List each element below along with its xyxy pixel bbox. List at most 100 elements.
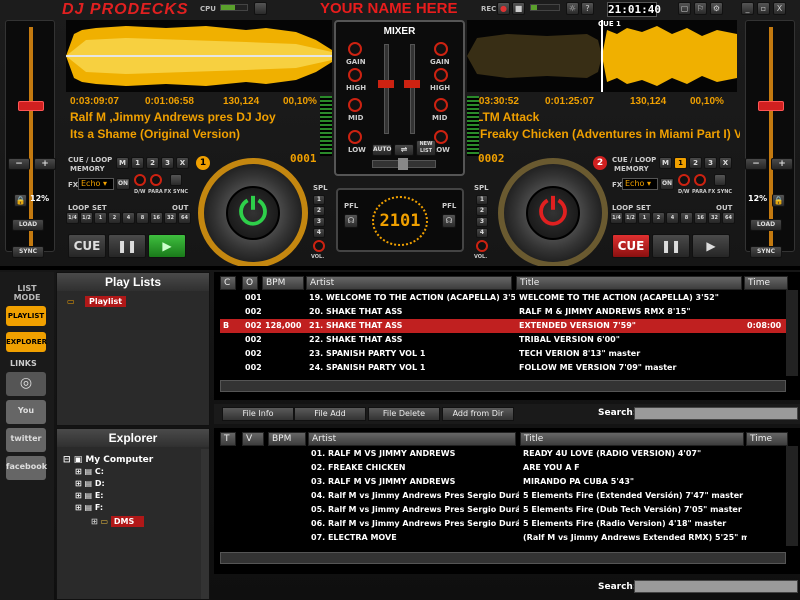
list-item[interactable]: 07. ELECTRA MOVE (Ralf M vs Jimmy Andrews…: [220, 531, 786, 545]
play-right-button[interactable]: ▶: [692, 234, 730, 258]
stop-rec-button[interactable]: ■: [512, 2, 525, 15]
table1-header-1[interactable]: O: [242, 276, 258, 290]
fx-sync-right-button[interactable]: [714, 174, 726, 186]
drive-item[interactable]: ⊞ ▤ E:: [75, 491, 104, 500]
add-from-dir-button[interactable]: Add from Dir: [442, 407, 514, 421]
loop-button-0[interactable]: 1/4: [610, 212, 623, 224]
expand-icon[interactable]: ⊞: [75, 479, 85, 488]
loop-button-4[interactable]: 4: [122, 212, 135, 224]
list-item[interactable]: 06. Ralf M vs Jimmy Andrews Pres Sergio …: [220, 517, 786, 531]
volume-fader-left[interactable]: [384, 44, 389, 134]
memory-button-3[interactable]: 3: [161, 157, 174, 169]
power-left-icon[interactable]: ⏻: [226, 186, 280, 240]
memory-button-1[interactable]: 1: [674, 157, 687, 169]
memory-button-3[interactable]: 3: [704, 157, 717, 169]
drive-item[interactable]: ⊞ ▤ D:: [75, 479, 105, 488]
maximize-button[interactable]: ▫: [757, 2, 770, 15]
low-right-knob[interactable]: [434, 130, 448, 144]
search-input-top[interactable]: [634, 407, 798, 420]
table1-header-2[interactable]: BPM: [262, 276, 304, 290]
expand-icon[interactable]: ⊞: [75, 491, 85, 500]
loop-button-8[interactable]: 64: [178, 212, 191, 224]
pause-left-button[interactable]: ❚❚: [108, 234, 146, 258]
fullscreen-button[interactable]: ▢: [678, 2, 691, 15]
load-right-button[interactable]: LOAD: [750, 219, 782, 231]
tree-root[interactable]: ⊟ ▣ My Computer: [63, 455, 153, 465]
table-row[interactable]: 0020 20. SHAKE THAT ASS RALF M & JIMMY AND…: [220, 305, 786, 319]
loop-button-3[interactable]: 2: [108, 212, 121, 224]
sync-left-button[interactable]: SYNC: [12, 246, 44, 258]
pfl-left-button[interactable]: ☊: [344, 214, 358, 228]
fx-select-left[interactable]: Echo ▾: [78, 178, 114, 190]
tree-folder[interactable]: ⊞ ▭ DMS: [91, 516, 145, 527]
pitch-down-left-button[interactable]: −: [8, 158, 30, 170]
table2-header-1[interactable]: V: [242, 432, 264, 446]
fx-dw-knob-left[interactable]: [134, 174, 146, 186]
lock-left-icon[interactable]: 🔒: [14, 194, 27, 207]
low-left-knob[interactable]: [348, 130, 362, 144]
memory-button-2[interactable]: 2: [146, 157, 159, 169]
gain-left-knob[interactable]: [348, 42, 362, 56]
lock-right-icon[interactable]: 🔒: [772, 194, 785, 207]
file-info-button[interactable]: File Info: [222, 407, 294, 421]
fx-on-right-button[interactable]: ON: [660, 178, 674, 190]
file-add-button[interactable]: File Add: [294, 407, 366, 421]
info-button[interactable]: ⚐: [694, 2, 707, 15]
spl-button-1[interactable]: 2: [476, 206, 488, 216]
loop-button-6[interactable]: 16: [694, 212, 707, 224]
memory-button-0[interactable]: M: [659, 157, 672, 169]
youtube-link[interactable]: You Tube: [6, 400, 46, 437]
prefs-button[interactable]: ⚙: [710, 2, 723, 15]
loop-button-1[interactable]: 1/2: [80, 212, 93, 224]
play-left-button[interactable]: ▶: [148, 234, 186, 258]
fx-para-knob-left[interactable]: [150, 174, 162, 186]
playlist-mode-button[interactable]: PLAYLIST: [6, 306, 46, 326]
search-input-bottom[interactable]: [634, 580, 798, 593]
table-row[interactable]: 0024 24. SPANISH PARTY VOL 1 FOLLOW ME VER…: [220, 361, 786, 375]
loop-button-8[interactable]: 64: [722, 212, 735, 224]
pitch-up-right-button[interactable]: +: [771, 158, 793, 170]
facebook-link[interactable]: facebook: [6, 456, 47, 480]
volume-fader-right[interactable]: [410, 44, 415, 134]
mid-right-knob[interactable]: [434, 98, 448, 112]
loop-button-5[interactable]: 8: [136, 212, 149, 224]
web-link-icon[interactable]: ◎: [6, 372, 46, 396]
fx-select-right[interactable]: Echo ▾: [622, 178, 658, 190]
mid-left-knob[interactable]: [348, 98, 362, 112]
table1-header-5[interactable]: Time: [744, 276, 788, 290]
close-button[interactable]: X: [773, 2, 786, 15]
loop-button-7[interactable]: 32: [164, 212, 177, 224]
spl-button-3[interactable]: 4: [476, 228, 488, 238]
table2-header-4[interactable]: Title: [520, 432, 744, 446]
twitter-link[interactable]: twitter: [6, 428, 46, 452]
loop-button-1[interactable]: 1/2: [624, 212, 637, 224]
memory-button-1[interactable]: 1: [131, 157, 144, 169]
loop-button-6[interactable]: 16: [150, 212, 163, 224]
volume-fader-left-knob[interactable]: [378, 80, 394, 88]
load-left-button[interactable]: LOAD: [12, 219, 44, 231]
sync-right-button[interactable]: SYNC: [750, 246, 782, 258]
loop-button-7[interactable]: 32: [708, 212, 721, 224]
list-item[interactable]: 01. RALF M VS JIMMY ANDREWS READY 4U LOVE…: [220, 447, 786, 461]
list-item[interactable]: 04. Ralf M vs Jimmy Andrews Pres Sergio …: [220, 489, 786, 503]
memory-button-0[interactable]: M: [116, 157, 129, 169]
cpu-settings-button[interactable]: [254, 2, 267, 15]
pitch-slider-left[interactable]: [5, 20, 55, 252]
vol-right-knob[interactable]: [476, 240, 488, 252]
expand-icon[interactable]: ⊞: [75, 503, 85, 512]
vol-left-knob[interactable]: [313, 240, 325, 252]
volume-fader-right-knob[interactable]: [404, 80, 420, 88]
jog-wheel-left[interactable]: ⏻: [198, 158, 308, 268]
crossfade-button[interactable]: ⇌: [394, 144, 414, 156]
fx-para-knob-right[interactable]: [694, 174, 706, 186]
gain-right-knob[interactable]: [434, 42, 448, 56]
table2-header-2[interactable]: BPM: [268, 432, 306, 446]
spl-button-3[interactable]: 4: [313, 228, 325, 238]
explorer-vscroll[interactable]: [786, 446, 798, 546]
drive-item[interactable]: ⊞ ▤ F:: [75, 503, 103, 512]
rec-button[interactable]: ●: [497, 2, 510, 15]
waveform-left[interactable]: [66, 20, 332, 92]
pfl-right-button[interactable]: ☊: [442, 214, 456, 228]
settings-button[interactable]: ☼: [566, 2, 579, 15]
high-right-knob[interactable]: [434, 68, 448, 82]
